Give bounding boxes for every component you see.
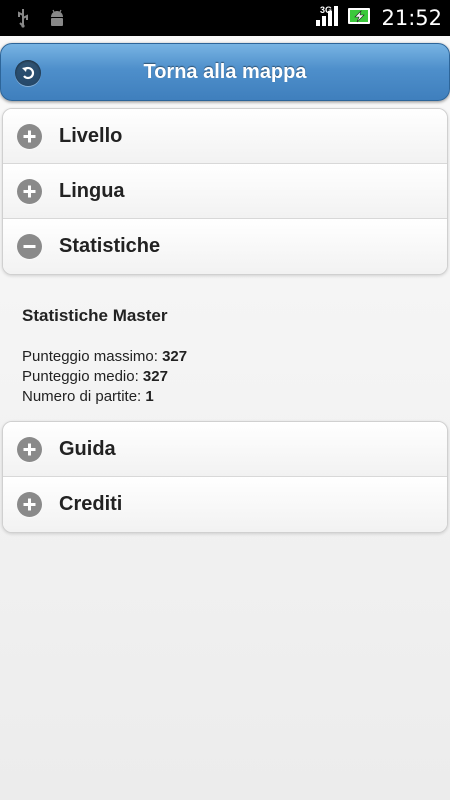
android-debug-icon <box>48 8 66 33</box>
games-count-line: Numero di partite: 1 <box>22 387 422 407</box>
max-score-value: 327 <box>162 348 188 365</box>
games-count-value: 1 <box>145 388 154 405</box>
plus-icon <box>17 178 42 204</box>
notification-icons <box>16 8 66 33</box>
clock: 21:52 <box>381 6 442 30</box>
max-score-label: Punteggio massimo: <box>22 348 158 365</box>
header-title: Torna alla mappa <box>143 60 307 83</box>
back-icon[interactable] <box>15 60 41 86</box>
avg-score-label: Punteggio medio: <box>22 368 139 385</box>
plus-icon <box>17 436 42 462</box>
plus-icon <box>17 492 42 517</box>
settings-list-bottom: Guida Crediti <box>2 421 448 533</box>
signal-icon <box>315 5 339 32</box>
section-statistiche[interactable]: Statistiche <box>3 219 447 274</box>
section-livello[interactable]: Livello <box>3 109 447 164</box>
avg-score-value: 327 <box>142 368 168 385</box>
section-label: Guida <box>59 437 116 460</box>
section-label: Statistiche <box>59 235 161 257</box>
section-label: Crediti <box>59 493 123 515</box>
statistics-title: Statistiche Master <box>22 306 168 325</box>
plus-icon <box>17 123 42 149</box>
section-label: Lingua <box>59 179 125 202</box>
games-count-label: Numero di partite: <box>22 388 142 405</box>
battery-icon <box>347 6 373 31</box>
settings-list-top: Livello Lingua Statistiche <box>2 108 448 275</box>
usb-icon <box>16 8 30 33</box>
section-guida[interactable]: Guida <box>3 422 447 477</box>
max-score-line: Punteggio massimo: 327 <box>22 347 422 367</box>
statistics-panel: Statistiche Master Punteggio massimo: 32… <box>22 306 422 407</box>
back-to-map-button[interactable]: Torna alla mappa <box>0 43 450 101</box>
section-label: Livello <box>59 124 123 147</box>
section-crediti[interactable]: Crediti <box>3 477 447 532</box>
avg-score-line: Punteggio medio: 327 <box>22 367 422 387</box>
section-lingua[interactable]: Lingua <box>3 164 447 219</box>
status-bar: 3G 21:52 <box>0 0 450 36</box>
minus-icon <box>17 234 42 259</box>
